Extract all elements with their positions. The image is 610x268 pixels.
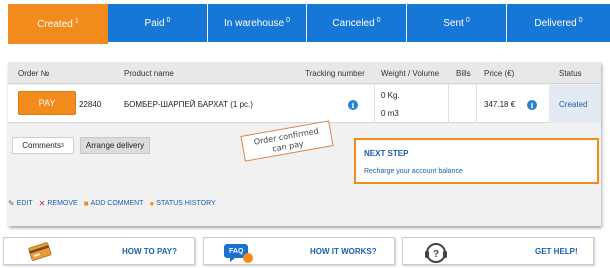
tab-count: 1 <box>74 17 79 25</box>
next-step-title: NEXT STEP <box>364 149 409 158</box>
edit-action[interactable]: ✎ EDIT <box>8 199 33 208</box>
column-divider <box>374 85 375 122</box>
status-value: Created <box>559 100 588 109</box>
tab-canceled[interactable]: Canceled 0 <box>307 4 407 42</box>
tab-count: 0 <box>376 16 381 24</box>
tab-label: In warehouse <box>224 17 285 29</box>
tab-count: 0 <box>465 16 470 24</box>
table-row: PAY 22840 БОМБЕР-ШАРПЕЙ БАРХАТ (1 pc.) i… <box>8 85 601 123</box>
how-it-works-box[interactable]: FAQ HOW IT WORKS? <box>203 237 395 265</box>
pencil-icon: ✎ <box>8 198 15 208</box>
status-history-action[interactable]: ● STATUS HISTORY <box>149 199 215 208</box>
header-bills: Bills <box>456 69 471 78</box>
pay-button[interactable]: PAY <box>18 91 76 115</box>
table-header: Order № Product name Tracking number Wei… <box>8 62 601 84</box>
order-actions: ✎ EDIT ✕ REMOVE ■ ADD COMMENT ● STATUS H… <box>8 197 222 209</box>
how-to-pay-box[interactable]: HOW TO PAY? <box>3 237 195 265</box>
faq-icon-text: FAQ <box>229 248 244 255</box>
product-name: БОМБЕР-ШАРПЕЙ БАРХАТ (1 pc.) <box>124 100 253 109</box>
comments-label: Comments <box>22 141 61 150</box>
tab-label: Paid <box>144 17 165 29</box>
tab-label: Delivered <box>534 17 577 29</box>
price-info-icon[interactable]: i <box>527 100 537 110</box>
add-comment-label: ADD COMMENT <box>90 199 144 207</box>
tab-label: Created <box>37 18 73 30</box>
comments-count: 3 <box>60 142 64 149</box>
volume-value: 0 m3 <box>381 109 399 118</box>
order-number: 22840 <box>79 100 102 109</box>
order-panel: Order № Product name Tracking number Wei… <box>8 62 601 226</box>
tab-created[interactable]: Created 1 <box>8 4 108 44</box>
column-divider <box>476 85 477 122</box>
tab-label: Sent <box>443 17 464 29</box>
history-icon: ● <box>149 198 155 208</box>
get-help-box[interactable]: ? GET HELP! <box>402 237 594 265</box>
tab-delivered[interactable]: Delivered 0 <box>507 4 610 42</box>
tracking-info-icon[interactable]: i <box>348 100 358 110</box>
header-product: Product name <box>124 69 174 78</box>
weight-value: 0 Kg. <box>381 91 400 100</box>
remove-action[interactable]: ✕ REMOVE <box>39 199 78 208</box>
tab-in-warehouse[interactable]: In warehouse 0 <box>208 4 307 42</box>
next-step-box: NEXT STEP Recharge your account balance <box>354 138 599 184</box>
svg-text:?: ? <box>433 249 439 260</box>
remove-label: REMOVE <box>47 199 78 207</box>
tab-count: 0 <box>578 16 583 24</box>
tab-label: Canceled <box>332 17 375 29</box>
headset-icon: ? <box>425 243 447 263</box>
how-to-pay-label: HOW TO PAY? <box>122 247 177 256</box>
header-weight: Weight / Volume <box>381 69 440 78</box>
add-comment-action[interactable]: ■ ADD COMMENT <box>84 199 144 208</box>
edit-label: EDIT <box>16 199 33 207</box>
get-help-label: GET HELP! <box>535 247 578 256</box>
column-divider <box>448 85 449 122</box>
tab-count: 0 <box>286 16 290 24</box>
status-history-label: STATUS HISTORY <box>156 199 216 207</box>
status-tabs: Created 1 Paid 0 In warehouse 0 Canceled 0 S… <box>8 4 610 44</box>
tab-count: 0 <box>166 16 171 24</box>
tab-paid[interactable]: Paid 0 <box>108 4 208 42</box>
next-step-link[interactable]: Recharge your account balance <box>364 168 463 175</box>
faq-icon: FAQ <box>224 244 253 263</box>
arrange-delivery-button[interactable]: Arrange delivery <box>80 137 150 154</box>
order-confirmed-stamp: Order confirmed can pay <box>240 120 334 162</box>
how-it-works-label: HOW IT WORKS? <box>310 247 377 256</box>
credit-card-icon <box>28 242 52 261</box>
header-status: Status <box>559 69 582 78</box>
header-tracking: Tracking number <box>305 69 365 78</box>
header-order: Order № <box>18 69 50 78</box>
comments-button[interactable]: Comments 3 <box>12 137 74 154</box>
price-value: 347.18 € <box>484 100 516 109</box>
close-icon: ✕ <box>38 198 46 208</box>
header-price: Price (€) <box>484 69 515 78</box>
comment-icon: ■ <box>83 198 89 208</box>
tab-sent[interactable]: Sent 0 <box>407 4 507 42</box>
